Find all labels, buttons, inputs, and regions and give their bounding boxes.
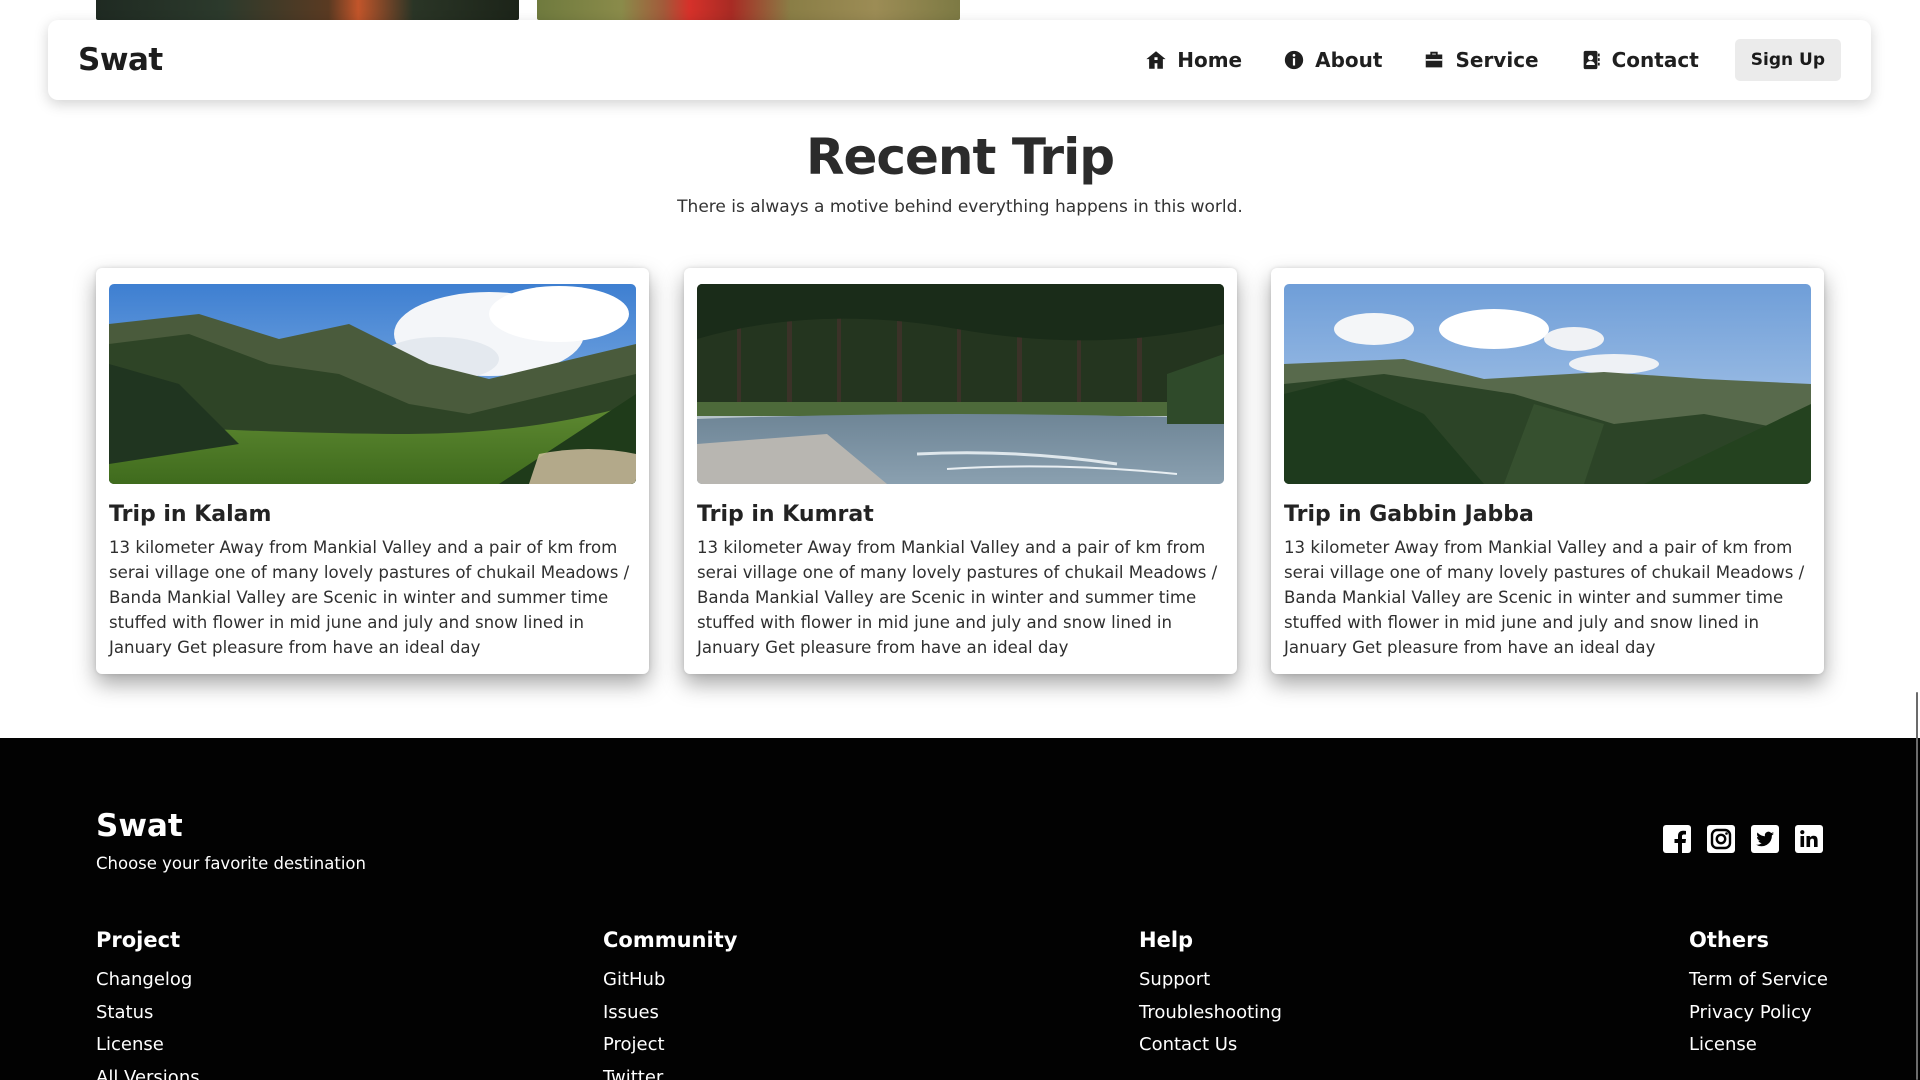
- footer-link[interactable]: Changelog: [96, 964, 200, 997]
- section-subtitle: There is always a motive behind everythi…: [677, 197, 1243, 217]
- nav-item-label: Contact: [1611, 48, 1699, 72]
- briefcase-icon: [1423, 49, 1445, 71]
- footer-link[interactable]: All Versions: [96, 1062, 200, 1080]
- sign-up-button[interactable]: Sign Up: [1734, 39, 1841, 81]
- trip-card-gabbin-jabba[interactable]: Trip in Gabbin Jabba 13 kilometer Away f…: [1271, 268, 1824, 674]
- scrollbar-thumb[interactable]: [1916, 692, 1918, 1080]
- nav-item-home[interactable]: Home: [1145, 48, 1242, 72]
- trip-card-kalam[interactable]: Trip in Kalam 13 kilometer Away from Man…: [96, 268, 649, 674]
- navbar: Swat Home About Service Contact Sign Up: [48, 20, 1871, 100]
- footer-column-heading: Project: [96, 928, 181, 952]
- footer-link[interactable]: Support: [1139, 964, 1282, 997]
- twitter-icon[interactable]: [1750, 824, 1780, 854]
- trip-cards: Trip in Kalam 13 kilometer Away from Man…: [96, 268, 1824, 674]
- footer-column-heading: Help: [1139, 928, 1194, 952]
- linkedin-icon[interactable]: [1794, 824, 1824, 854]
- gallery-image: [96, 0, 519, 20]
- card-description: 13 kilometer Away from Mankial Valley an…: [1284, 538, 1805, 657]
- footer-column-project: Project Changelog Status License All Ver…: [96, 928, 200, 1080]
- nav-item-service[interactable]: Service: [1423, 48, 1539, 72]
- footer-link[interactable]: Issues: [603, 997, 737, 1030]
- card-title: Trip in Kumrat: [697, 502, 874, 527]
- footer-brand: Swat: [96, 808, 183, 844]
- contact-book-icon: [1580, 49, 1602, 71]
- nav-item-label: About: [1315, 48, 1383, 72]
- footer-column-heading: Community: [603, 928, 738, 952]
- previous-section-images: [0, 0, 1920, 20]
- nav-item-about[interactable]: About: [1283, 48, 1382, 72]
- footer-column-others: Others Term of Service Privacy Policy Li…: [1689, 928, 1828, 1062]
- facebook-icon[interactable]: [1662, 824, 1692, 854]
- brand-logo[interactable]: Swat: [78, 42, 163, 78]
- footer-link[interactable]: License: [1689, 1029, 1828, 1062]
- footer-link[interactable]: License: [96, 1029, 200, 1062]
- gallery-image: [537, 0, 960, 20]
- footer-link[interactable]: Twitter: [603, 1062, 737, 1080]
- social-links: [1648, 824, 1824, 854]
- nav-item-label: Home: [1177, 48, 1243, 72]
- footer-column-heading: Others: [1689, 928, 1769, 952]
- footer-link[interactable]: Troubleshooting: [1139, 997, 1282, 1030]
- info-icon: [1283, 49, 1305, 71]
- trip-image-kalam: [109, 284, 636, 484]
- section-title: Recent Trip: [805, 128, 1115, 186]
- footer-tagline: Choose your favorite destination: [96, 854, 366, 873]
- home-icon: [1145, 49, 1167, 71]
- card-title: Trip in Kalam: [109, 502, 272, 527]
- trip-image-gabbin-jabba: [1284, 284, 1811, 484]
- footer-column-help: Help Support Troubleshooting Contact Us: [1139, 928, 1282, 1062]
- card-title: Trip in Gabbin Jabba: [1284, 502, 1534, 527]
- card-description: 13 kilometer Away from Mankial Valley an…: [109, 538, 630, 657]
- footer-link[interactable]: Term of Service: [1689, 964, 1828, 997]
- footer-link[interactable]: Contact Us: [1139, 1029, 1282, 1062]
- trip-card-kumrat[interactable]: Trip in Kumrat 13 kilometer Away from Ma…: [684, 268, 1237, 674]
- card-description: 13 kilometer Away from Mankial Valley an…: [697, 538, 1218, 657]
- footer-link[interactable]: GitHub: [603, 964, 737, 997]
- instagram-icon[interactable]: [1706, 824, 1736, 854]
- footer-link[interactable]: Privacy Policy: [1689, 997, 1828, 1030]
- nav-links: Home About Service Contact Sign Up: [1145, 39, 1841, 81]
- footer: Swat Choose your favorite destination Pr…: [0, 738, 1920, 1080]
- footer-link[interactable]: Project: [603, 1029, 737, 1062]
- nav-item-contact[interactable]: Contact: [1580, 48, 1699, 72]
- footer-link[interactable]: Status: [96, 997, 200, 1030]
- nav-item-label: Service: [1455, 48, 1539, 72]
- trip-image-kumrat: [697, 284, 1224, 484]
- footer-column-community: Community GitHub Issues Project Twitter: [603, 928, 737, 1080]
